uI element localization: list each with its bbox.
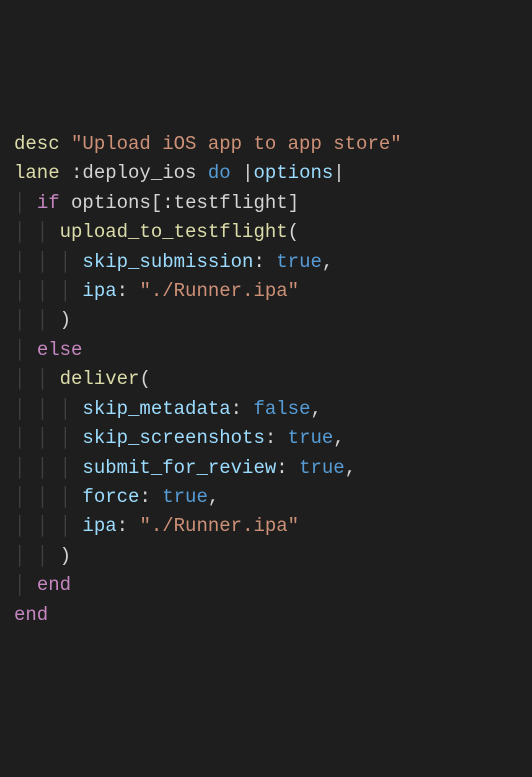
testflight-key: :testflight (162, 192, 287, 214)
desc-keyword: desc (14, 133, 60, 155)
submit-review-val: true (299, 457, 345, 479)
code-line-12: │ │ │ submit_for_review: true, (14, 454, 518, 483)
code-line-9: │ │ deliver( (14, 365, 518, 394)
submit-review-key: submit_for_review (82, 457, 276, 479)
if-keyword: if (37, 192, 60, 214)
code-line-14: │ │ │ ipa: "./Runner.ipa" (14, 512, 518, 541)
skip-submission-val: true (276, 251, 322, 273)
skip-screenshots-key: skip_screenshots (82, 427, 264, 449)
code-line-8: │ else (14, 336, 518, 365)
options-param: options (253, 162, 333, 184)
deliver-method: deliver (60, 368, 140, 390)
else-keyword: else (37, 339, 83, 361)
code-line-1: desc "Upload iOS app to app store" (14, 130, 518, 159)
code-line-4: │ │ upload_to_testflight( (14, 218, 518, 247)
code-line-5: │ │ │ skip_submission: true, (14, 248, 518, 277)
skip-metadata-val: false (253, 398, 310, 420)
force-key: force (82, 486, 139, 508)
skip-metadata-key: skip_metadata (82, 398, 230, 420)
ipa-val-2: "./Runner.ipa" (139, 515, 299, 537)
code-line-15: │ │ ) (14, 542, 518, 571)
end-keyword-1: end (37, 574, 71, 596)
code-line-7: │ │ ) (14, 306, 518, 335)
skip-screenshots-val: true (288, 427, 334, 449)
do-keyword: do (208, 162, 231, 184)
ipa-key-2: ipa (82, 515, 116, 537)
skip-submission-key: skip_submission (82, 251, 253, 273)
code-line-2: lane :deploy_ios do |options| (14, 159, 518, 188)
code-block: desc "Upload iOS app to app store"lane :… (14, 130, 518, 630)
code-line-3: │ if options[:testflight] (14, 189, 518, 218)
ipa-val-1: "./Runner.ipa" (139, 280, 299, 302)
code-line-10: │ │ │ skip_metadata: false, (14, 395, 518, 424)
code-line-13: │ │ │ force: true, (14, 483, 518, 512)
code-line-6: │ │ │ ipa: "./Runner.ipa" (14, 277, 518, 306)
upload-method: upload_to_testflight (60, 221, 288, 243)
code-line-16: │ end (14, 571, 518, 600)
options-var: options (71, 192, 151, 214)
ipa-key-1: ipa (82, 280, 116, 302)
force-val: true (162, 486, 208, 508)
code-line-17: end (14, 601, 518, 630)
desc-string: "Upload iOS app to app store" (71, 133, 402, 155)
code-line-11: │ │ │ skip_screenshots: true, (14, 424, 518, 453)
lane-symbol: :deploy_ios (71, 162, 196, 184)
lane-keyword: lane (14, 162, 60, 184)
